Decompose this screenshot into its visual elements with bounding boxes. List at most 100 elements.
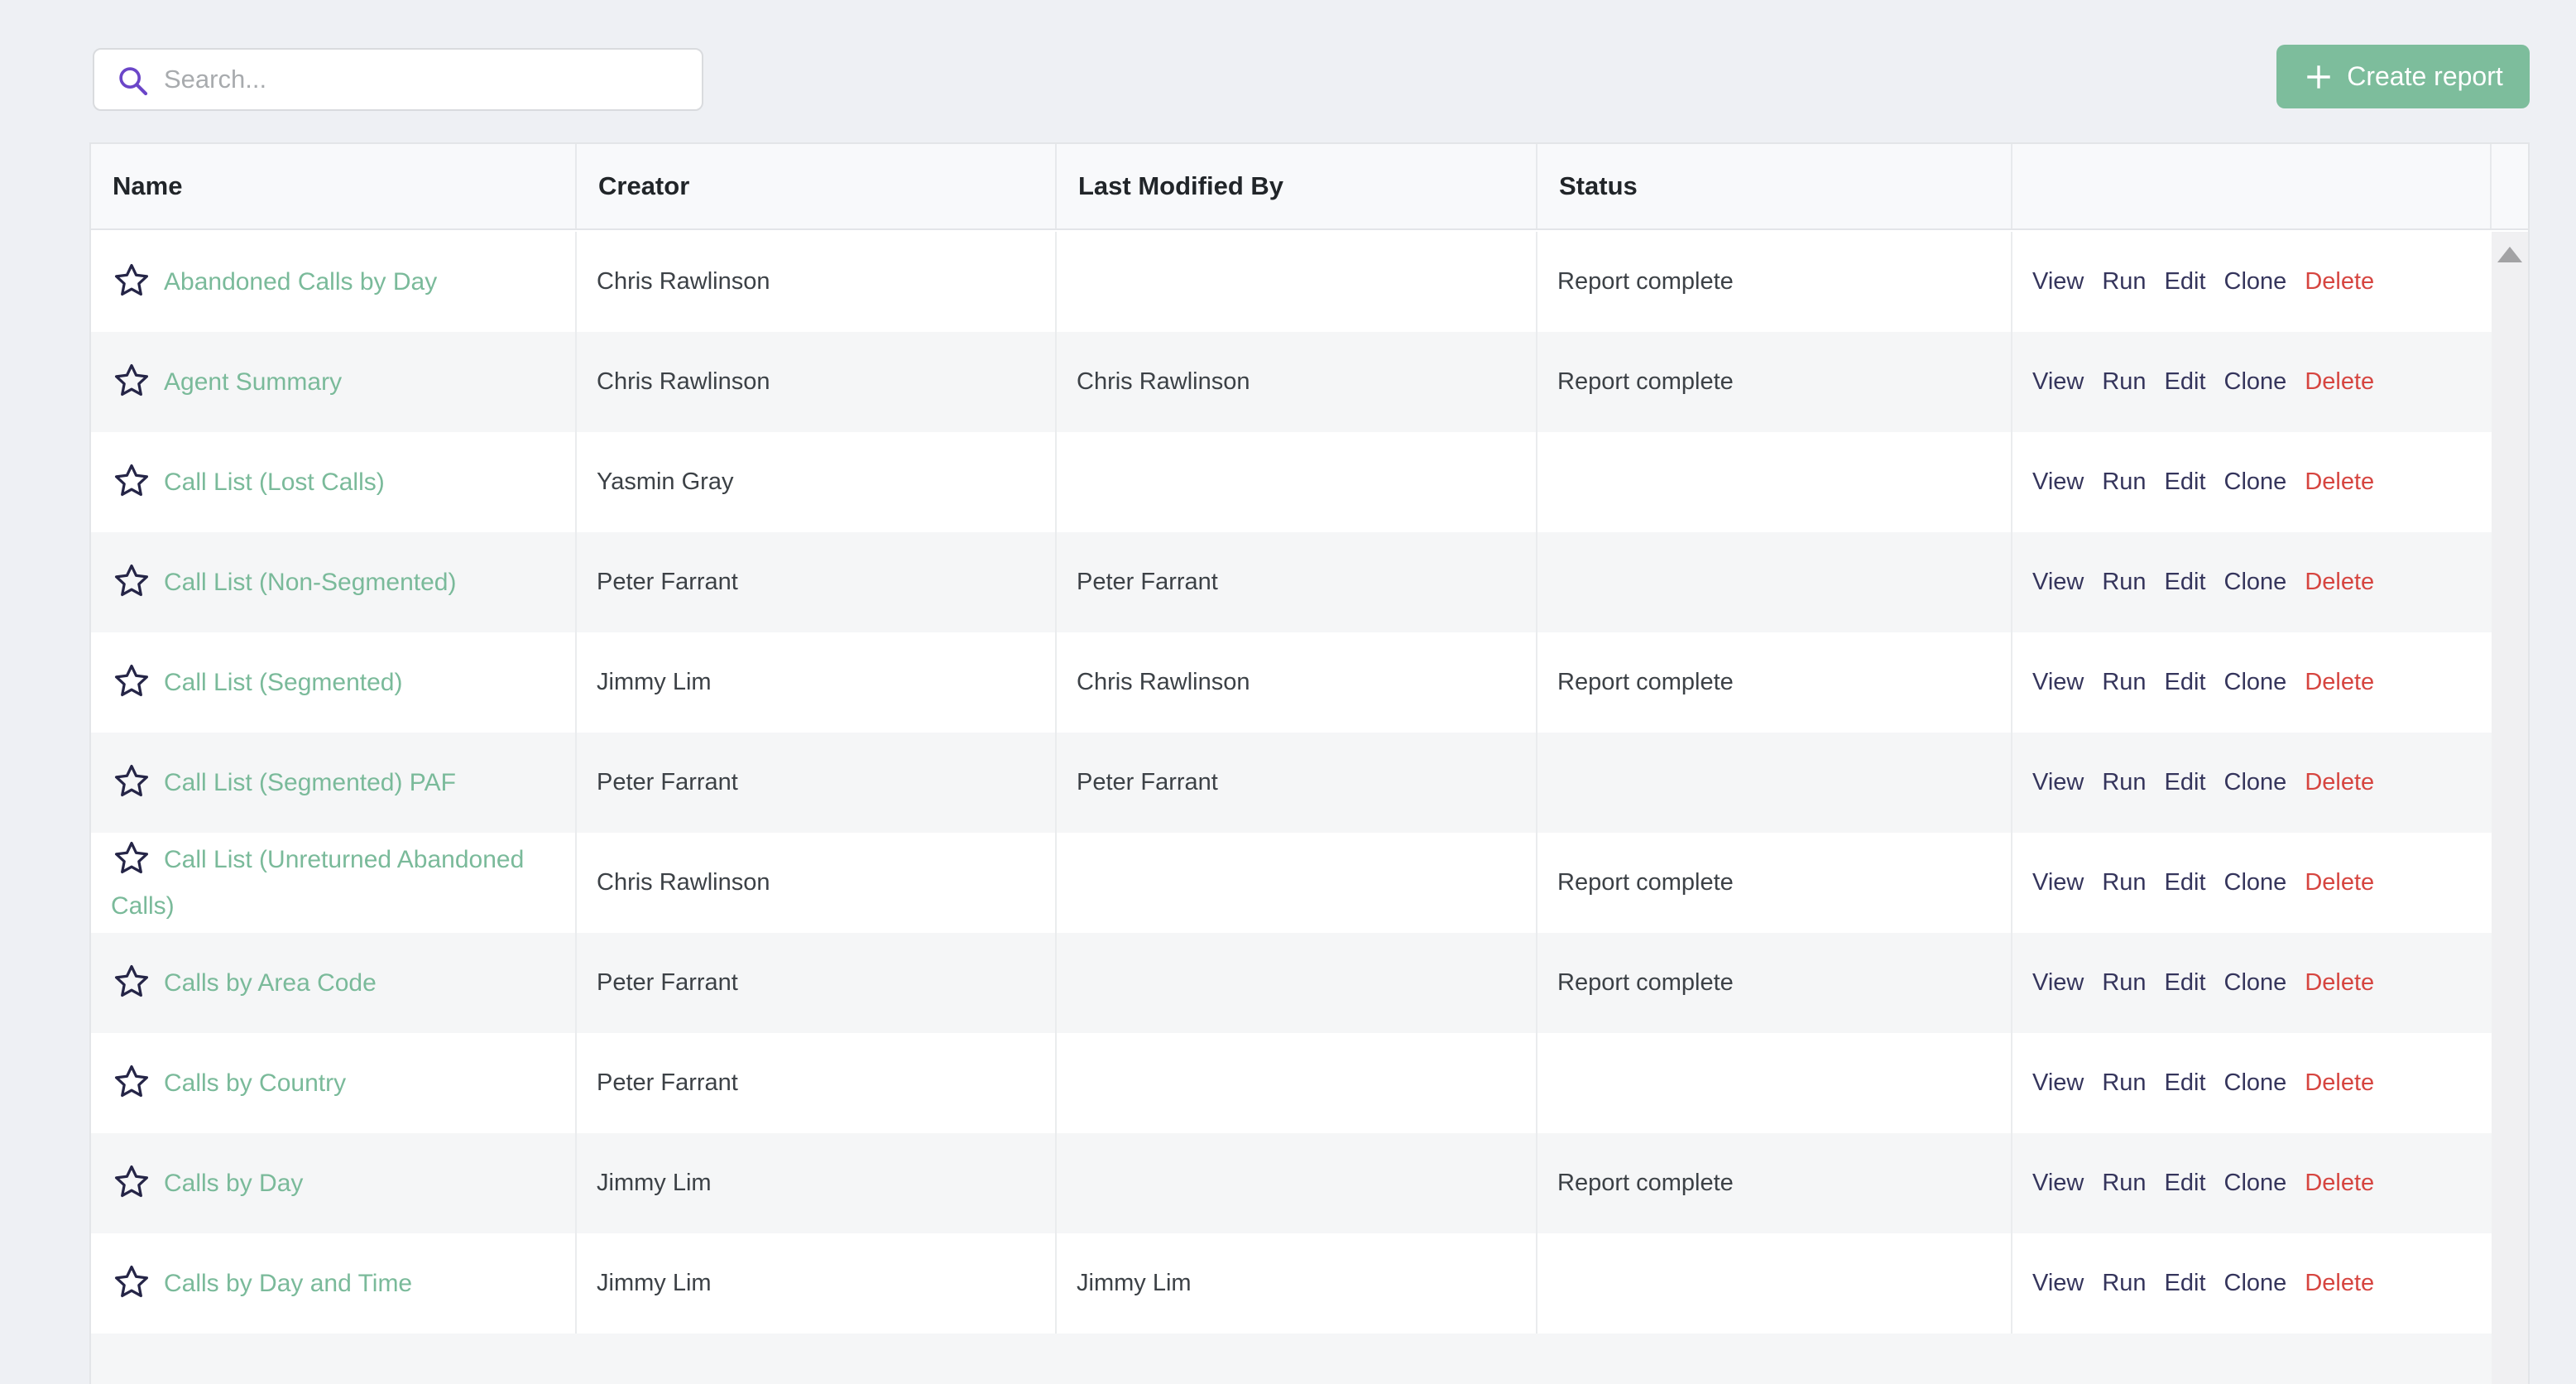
report-name-link[interactable]: Calls by Country [164, 1069, 346, 1097]
run-link[interactable]: Run [2102, 1170, 2146, 1197]
view-link[interactable]: View [2032, 1170, 2084, 1197]
report-name-link[interactable]: Call List (Lost Calls) [164, 469, 385, 496]
run-link[interactable]: Run [2102, 569, 2146, 596]
star-icon[interactable] [113, 1063, 151, 1101]
star-icon[interactable] [113, 963, 151, 1001]
view-link[interactable]: View [2032, 469, 2084, 496]
delete-link[interactable]: Delete [2305, 1270, 2374, 1297]
clone-link[interactable]: Clone [2224, 469, 2287, 496]
report-name-link[interactable]: Calls by Day [164, 1170, 303, 1197]
view-link[interactable]: View [2032, 869, 2084, 896]
column-header-creator[interactable]: Creator [577, 144, 1057, 228]
view-link[interactable]: View [2032, 569, 2084, 596]
report-name-link[interactable]: Calls by Day and Time [164, 1270, 412, 1297]
star-icon[interactable] [113, 362, 151, 400]
run-link[interactable]: Run [2102, 268, 2146, 296]
report-name-link[interactable]: Call List (Segmented) PAF [164, 769, 456, 796]
creator-cell: Peter Farrant [577, 532, 1057, 632]
edit-link[interactable]: Edit [2165, 669, 2206, 696]
run-link[interactable]: Run [2102, 969, 2146, 997]
delete-link[interactable]: Delete [2305, 869, 2374, 896]
star-icon[interactable] [113, 762, 151, 800]
actions-cell: View Run Edit Clone Delete [2012, 1233, 2492, 1334]
clone-link[interactable]: Clone [2224, 569, 2287, 596]
status-cell [1537, 1033, 2012, 1133]
status-cell: Report complete [1537, 232, 2012, 332]
column-header-last-modified-by[interactable]: Last Modified By [1057, 144, 1537, 228]
report-name-cell: Call List (Segmented) PAF [91, 733, 577, 833]
star-icon[interactable] [113, 462, 151, 500]
column-header-name[interactable]: Name [91, 144, 577, 228]
report-name-link[interactable]: Call List (Segmented) [164, 669, 402, 696]
column-header-status[interactable]: Status [1537, 144, 2012, 228]
star-icon[interactable] [113, 839, 151, 877]
star-icon[interactable] [113, 1263, 151, 1301]
delete-link[interactable]: Delete [2305, 368, 2374, 396]
run-link[interactable]: Run [2102, 869, 2146, 896]
star-icon[interactable] [113, 562, 151, 600]
clone-link[interactable]: Clone [2224, 769, 2287, 796]
delete-link[interactable]: Delete [2305, 268, 2374, 296]
run-link[interactable]: Run [2102, 1270, 2146, 1297]
delete-link[interactable]: Delete [2305, 1069, 2374, 1097]
table-row: Abandoned Calls by Day Chris Rawlinson R… [91, 232, 2492, 332]
view-link[interactable]: View [2032, 669, 2084, 696]
vertical-scrollbar[interactable] [2492, 232, 2528, 1384]
clone-link[interactable]: Clone [2224, 268, 2287, 296]
delete-link[interactable]: Delete [2305, 669, 2374, 696]
edit-link[interactable]: Edit [2165, 1170, 2206, 1197]
run-link[interactable]: Run [2102, 469, 2146, 496]
view-link[interactable]: View [2032, 368, 2084, 396]
clone-link[interactable]: Clone [2224, 669, 2287, 696]
run-link[interactable]: Run [2102, 669, 2146, 696]
run-link[interactable]: Run [2102, 368, 2146, 396]
last-modified-by-cell [1057, 432, 1537, 532]
clone-link[interactable]: Clone [2224, 1170, 2287, 1197]
scroll-up-arrow-icon[interactable] [2497, 247, 2522, 262]
edit-link[interactable]: Edit [2165, 368, 2206, 396]
edit-link[interactable]: Edit [2165, 1270, 2206, 1297]
report-name-link[interactable]: Abandoned Calls by Day [164, 268, 437, 296]
delete-link[interactable]: Delete [2305, 1170, 2374, 1197]
delete-link[interactable]: Delete [2305, 769, 2374, 796]
report-name-link[interactable]: Call List (Non-Segmented) [164, 569, 456, 596]
table-row: Call List (Unreturned Abandoned Calls) C… [91, 833, 2492, 933]
last-modified-by-cell [1057, 833, 1537, 933]
report-name-link[interactable]: Call List (Unreturned Abandoned Calls) [111, 846, 524, 920]
search-input[interactable] [162, 64, 679, 95]
run-link[interactable]: Run [2102, 1069, 2146, 1097]
clone-link[interactable]: Clone [2224, 969, 2287, 997]
edit-link[interactable]: Edit [2165, 869, 2206, 896]
edit-link[interactable]: Edit [2165, 1069, 2206, 1097]
clone-link[interactable]: Clone [2224, 1069, 2287, 1097]
report-name-cell: Calls by Area Code [91, 933, 577, 1033]
delete-link[interactable]: Delete [2305, 969, 2374, 997]
delete-link[interactable]: Delete [2305, 569, 2374, 596]
run-link[interactable]: Run [2102, 769, 2146, 796]
clone-link[interactable]: Clone [2224, 1270, 2287, 1297]
edit-link[interactable]: Edit [2165, 469, 2206, 496]
view-link[interactable]: View [2032, 268, 2084, 296]
view-link[interactable]: View [2032, 1069, 2084, 1097]
star-icon[interactable] [113, 262, 151, 300]
column-header-actions [2012, 144, 2492, 228]
delete-link[interactable]: Delete [2305, 469, 2374, 496]
report-name-link[interactable]: Calls by Area Code [164, 969, 377, 997]
edit-link[interactable]: Edit [2165, 969, 2206, 997]
last-modified-by-cell [1057, 1133, 1537, 1233]
edit-link[interactable]: Edit [2165, 569, 2206, 596]
creator-cell: Chris Rawlinson [577, 332, 1057, 432]
create-report-button[interactable]: Create report [2276, 45, 2530, 108]
view-link[interactable]: View [2032, 1270, 2084, 1297]
report-name-link[interactable]: Agent Summary [164, 368, 342, 396]
actions-cell: View Run Edit Clone Delete [2012, 432, 2492, 532]
view-link[interactable]: View [2032, 969, 2084, 997]
edit-link[interactable]: Edit [2165, 769, 2206, 796]
clone-link[interactable]: Clone [2224, 869, 2287, 896]
star-icon[interactable] [113, 1163, 151, 1201]
edit-link[interactable]: Edit [2165, 268, 2206, 296]
star-icon[interactable] [113, 662, 151, 700]
table-header: Name Creator Last Modified By Status [91, 144, 2528, 230]
clone-link[interactable]: Clone [2224, 368, 2287, 396]
view-link[interactable]: View [2032, 769, 2084, 796]
